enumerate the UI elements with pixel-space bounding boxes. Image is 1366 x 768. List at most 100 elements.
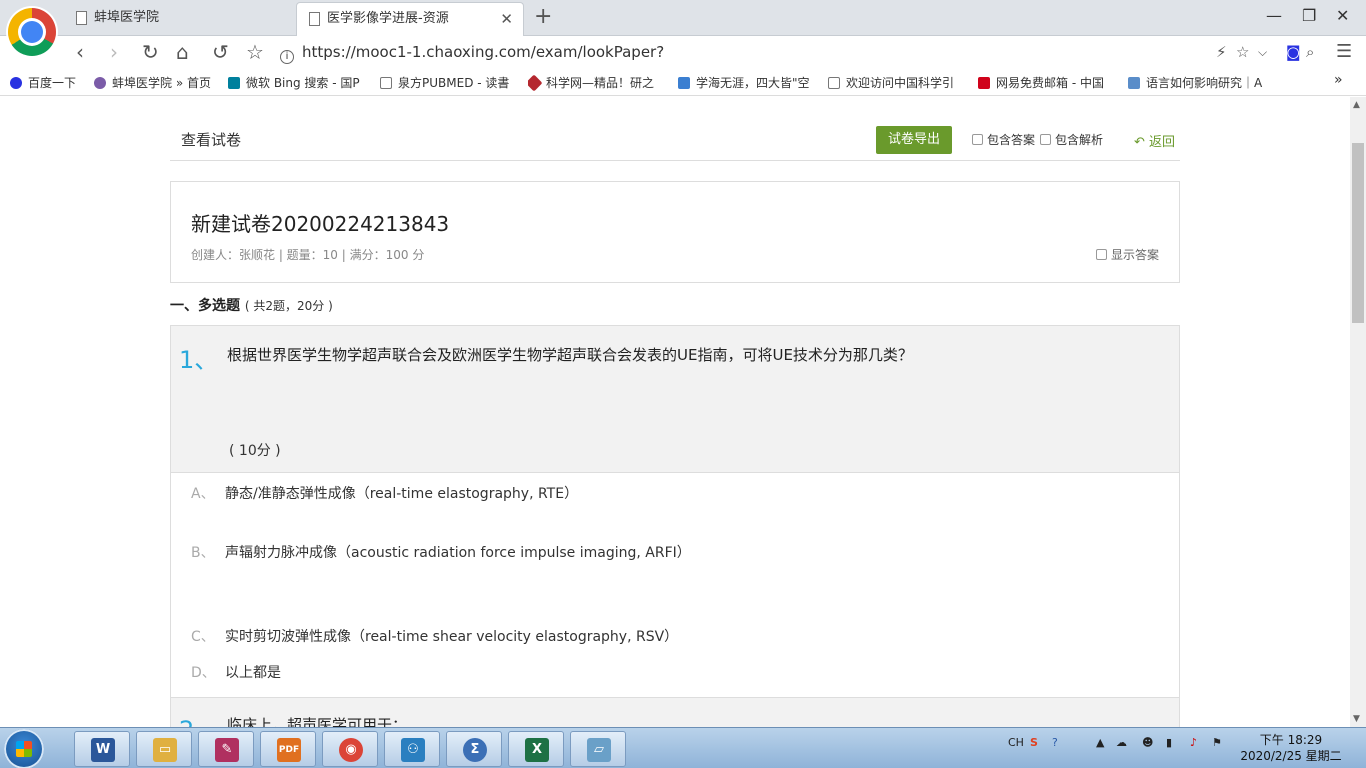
menu-icon[interactable]: ☰ [1336,40,1352,64]
page-icon [380,77,392,89]
page-icon [309,12,320,26]
option-a: A、 静态/准静态弹性成像（real-time elastography, RTE… [191,486,579,502]
home-icon[interactable]: ⌂ [176,40,189,64]
sigma-icon: Σ [463,738,487,762]
dropdown-icon[interactable]: ⌵ [1258,40,1267,64]
bookmark-item[interactable]: 百度一下 [10,74,92,91]
taskbar-mindmap[interactable]: ⚇ [384,731,440,767]
start-button[interactable] [4,729,44,768]
wechat-icon[interactable]: ☁ [1116,736,1127,749]
show-answer-checkbox[interactable]: 显示答案 [1095,246,1159,263]
scroll-down-icon[interactable]: ▼ [1353,714,1360,724]
restore-button[interactable]: ❐ [1302,6,1316,25]
question-score: ( 10分 ) [229,443,281,459]
network-icon[interactable]: ▮ [1166,736,1172,749]
checkbox-icon [1095,249,1107,260]
browser-navbar: ‹ › ↻ ⌂ ↺ ☆ i https://mooc1-1.chaoxing.co… [0,36,1366,85]
article-icon [1128,77,1140,89]
bookmark-item[interactable]: 语言如何影响研究｜A [1128,74,1268,91]
question-number: 1、 [179,346,219,374]
paw-icon [10,77,22,89]
section-summary: ( 共2题，20分 ) [244,299,333,313]
sciencenet-icon [528,74,543,91]
include-answer-checkbox[interactable]: 包含答案 [972,131,1035,148]
bookmark-item[interactable]: 学海无涯，四大皆"空 [678,74,818,91]
windows-logo-icon [16,741,32,757]
folder-icon: ▭ [153,738,177,762]
taskbar-word[interactable]: W [74,731,130,767]
paper-toolbar: 查看试卷 试卷导出 包含答案 包含解析 ↶ 返回 [170,123,1180,161]
tab-bengbu[interactable]: 蚌埠医学院 [64,2,294,36]
netease-mail-icon [978,77,990,89]
bookmark-item[interactable]: 蚌埠医学院 » 首页 [94,74,220,91]
back-icon[interactable]: ‹ [76,40,84,64]
more-bookmarks-button[interactable]: » [1334,72,1343,88]
taskbar-mathtype[interactable]: Σ [446,731,502,767]
undo-icon[interactable]: ↺ [212,40,229,64]
help-icon[interactable]: ? [1052,736,1058,749]
pdf-icon: PDF [277,738,301,762]
checkbox-icon [1040,134,1051,145]
bookmark-item[interactable]: 网易免费邮箱 - 中国 [978,74,1118,91]
school-icon [94,77,106,89]
page-scrollbar[interactable]: ▲ ▼ [1350,97,1366,727]
system-clock[interactable]: 下午 18:29 2020/2/25 星期二 [1236,732,1346,764]
bookmark-star-icon[interactable]: ☆ [246,40,264,64]
sogou-ime-icon[interactable]: S [1030,736,1038,749]
browser-logo-icon[interactable] [8,8,56,56]
show-hidden-icons[interactable]: ▲ [1096,736,1104,749]
back-link[interactable]: ↶ 返回 [1134,131,1175,150]
option-d: D、 以上都是 [191,665,281,681]
return-arrow-icon: ↶ [1134,135,1145,150]
question-1: 1、 根据世界医学生物学超声联合会及欧洲医学生物学超声联合会发表的UE指南，可将… [170,325,1180,473]
taskbar-notes[interactable]: ▱ [570,731,626,767]
bookmark-item[interactable]: 科学网—精品！研之 [528,74,666,91]
include-analysis-checkbox[interactable]: 包含解析 [1040,131,1103,148]
option-c: C、 实时剪切波弹性成像（real-time shear velocity ela… [191,629,679,645]
question-text: 根据世界医学生物学超声联合会及欧洲医学生物学超声联合会发表的UE指南，可将UE技… [227,346,913,364]
flash-icon[interactable]: ⚡ [1216,40,1227,64]
checkbox-icon [972,134,983,145]
forward-icon[interactable]: › [110,40,118,64]
taskbar-explorer[interactable]: ▭ [136,731,192,767]
reload-icon[interactable]: ↻ [142,40,159,64]
tab-imaging-resources[interactable]: 医学影像学进展-资源 ✕ [296,2,524,36]
favorite-icon[interactable]: ☆ [1236,40,1249,64]
search-icon[interactable]: ⌕ [1306,40,1314,64]
input-language[interactable]: CH [1008,736,1024,749]
action-center-icon[interactable]: ⚑ [1212,736,1222,749]
close-tab-icon[interactable]: ✕ [500,3,513,35]
bookmark-item[interactable]: 欢迎访问中国科学引 [828,74,968,91]
scrollbar-thumb[interactable] [1352,143,1364,323]
page-content: 查看试卷 试卷导出 包含答案 包含解析 ↶ 返回 新建试卷20200224213… [0,97,1350,727]
address-bar[interactable]: i https://mooc1-1.chaoxing.com/exam/lookP… [280,40,1280,85]
baidu-icon[interactable]: ◙ [1286,40,1301,64]
paper-title: 新建试卷20200224213843 [191,212,450,236]
paper-info-card: 新建试卷20200224213843 创建人：张顺花 | 题量：10 | 满分：… [170,181,1180,283]
taskbar-chrome[interactable]: ◉ [322,731,378,767]
bookmarks-bar: 百度一下 蚌埠医学院 » 首页 微软 Bing 搜索 - 国P 泉方PUBMED… [0,68,1366,96]
question-1-options: A、 静态/准静态弹性成像（real-time elastography, RTE… [170,473,1180,697]
minimize-button[interactable]: — [1266,6,1282,25]
option-b: B、 声辐射力脉冲成像（acoustic radiation force impu… [191,545,691,561]
bookmark-item[interactable]: 泉方PUBMED - 读書 [380,74,516,91]
bing-icon [228,77,240,89]
taskbar-pdf[interactable]: PDF [260,731,316,767]
taskbar-reader[interactable]: ✎ [198,731,254,767]
new-tab-button[interactable]: + [534,4,552,29]
word-icon: W [91,738,115,762]
close-window-button[interactable]: ✕ [1336,6,1349,25]
site-info-icon[interactable]: i [280,50,294,64]
browser-tabstrip: 蚌埠医学院 医学影像学进展-资源 ✕ + — ❐ ✕ [0,0,1366,36]
bookmark-item[interactable]: 微软 Bing 搜索 - 国P [228,74,368,91]
notes-icon: ▱ [587,738,611,762]
taskbar-excel[interactable]: X [508,731,564,767]
blog-icon [678,77,690,89]
chrome-icon: ◉ [339,738,363,762]
scroll-up-icon[interactable]: ▲ [1353,100,1360,110]
question-text: 临床上，超声医学可用于： [227,716,408,727]
page-icon [828,77,840,89]
volume-muted-icon[interactable]: ♪ [1190,736,1197,749]
qq-icon[interactable]: ☻ [1142,736,1153,749]
export-paper-button[interactable]: 试卷导出 [876,126,952,154]
